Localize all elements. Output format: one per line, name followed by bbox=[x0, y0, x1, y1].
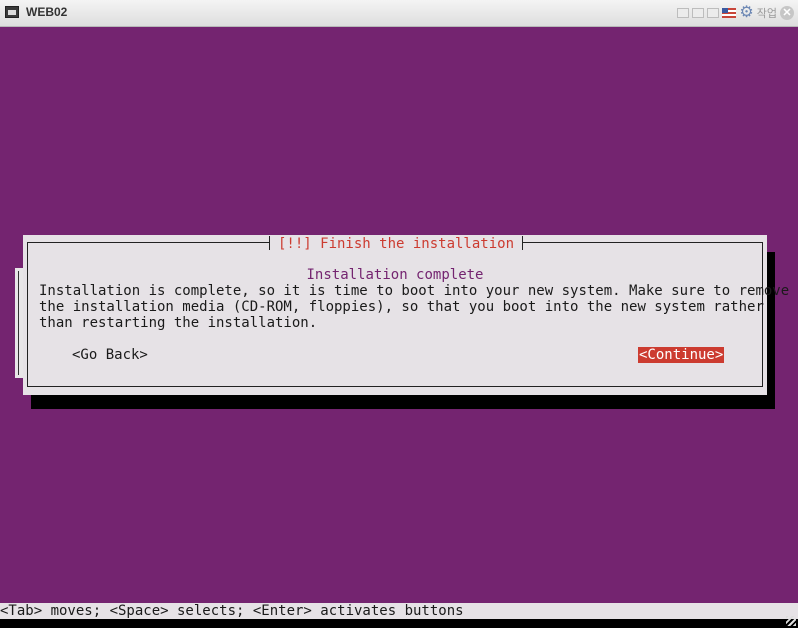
dialog-shadow-bottom bbox=[31, 394, 775, 409]
console-bottom-edge bbox=[0, 616, 798, 628]
titlebar-controls: ⚙ 작업 ✕ bbox=[677, 4, 794, 22]
view-window-icon[interactable] bbox=[707, 8, 720, 18]
message-line: the installation media (CD-ROM, floppies… bbox=[39, 299, 764, 315]
message-line: Installation is complete, so it is time … bbox=[39, 283, 790, 299]
keyboard-layout-flag-icon[interactable] bbox=[722, 8, 737, 18]
resize-grip-icon[interactable] bbox=[786, 616, 796, 626]
message-line: than restarting the installation. bbox=[39, 315, 318, 331]
window-title: WEB02 bbox=[26, 5, 68, 19]
go-back-button[interactable]: <Go Back> bbox=[71, 347, 149, 363]
continue-button[interactable]: <Continue> bbox=[638, 347, 725, 363]
finish-installation-dialog: [!!] Finish the installation Installatio… bbox=[23, 235, 790, 395]
view-scale-icon[interactable] bbox=[677, 8, 690, 18]
window-titlebar: WEB02 ⚙ 작업 ✕ bbox=[0, 0, 798, 27]
keyboard-help-statusbar: <Tab> moves; <Space> selects; <Enter> ac… bbox=[0, 603, 798, 619]
dialog-shadow-right bbox=[766, 252, 775, 408]
close-icon[interactable]: ✕ bbox=[780, 6, 794, 20]
dialog-message: Installation is complete, so it is time … bbox=[39, 283, 790, 331]
view-fullscreen-icon[interactable] bbox=[692, 8, 705, 18]
dialog-subtitle: Installation complete bbox=[306, 267, 484, 283]
gear-icon[interactable]: ⚙ bbox=[739, 5, 753, 21]
dialog-title: [!!] Finish the installation bbox=[269, 235, 524, 252]
console-window-icon bbox=[5, 6, 19, 18]
task-menu[interactable]: 작업 bbox=[757, 5, 777, 21]
